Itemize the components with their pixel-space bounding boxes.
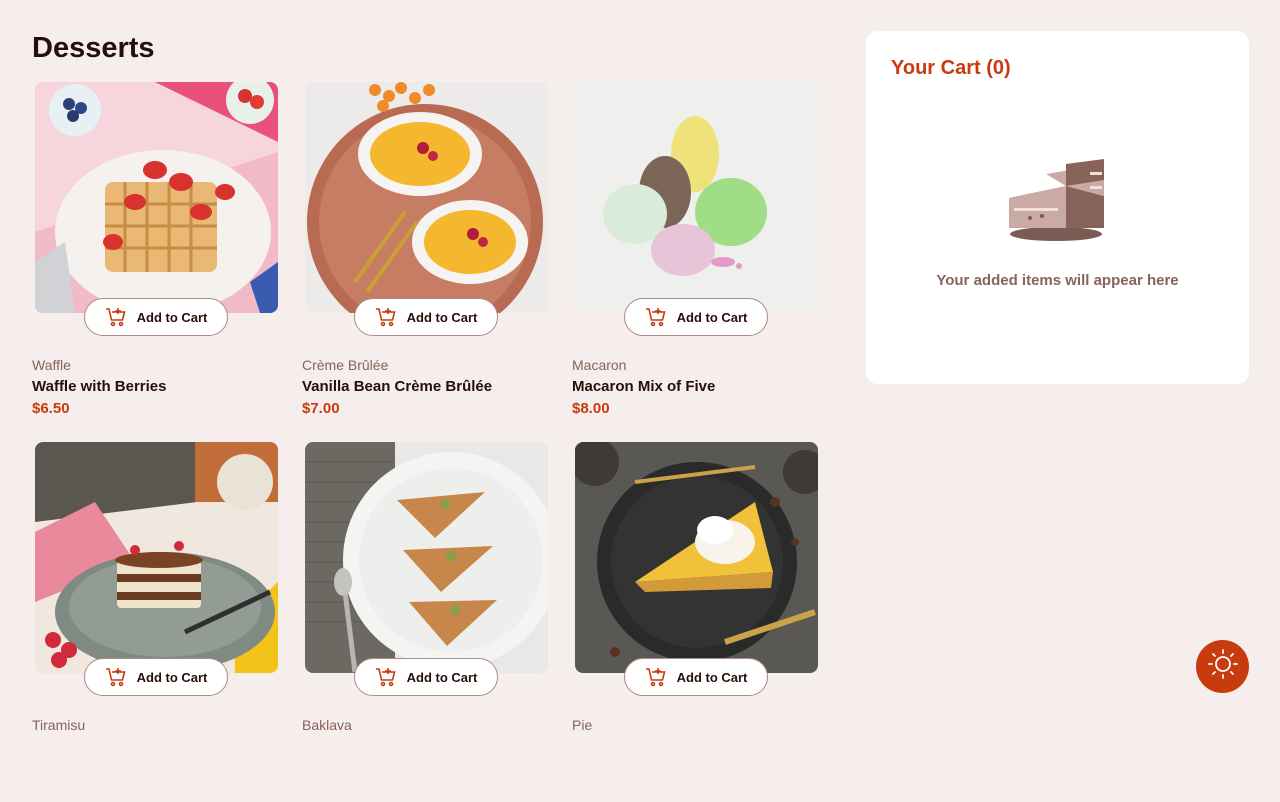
product-category: Baklava bbox=[302, 717, 352, 733]
product-category: Waffle bbox=[32, 357, 71, 373]
tiramisu-image bbox=[35, 442, 278, 673]
waffle-image bbox=[35, 82, 278, 313]
macaron-image bbox=[575, 82, 818, 313]
page-title: Desserts bbox=[32, 32, 155, 64]
product-card: Add to Cart Crème Brûlée Vanilla Bean Cr… bbox=[302, 82, 548, 442]
add-to-cart-icon bbox=[105, 307, 127, 327]
product-price: $7.00 bbox=[302, 400, 340, 417]
add-to-cart-button[interactable]: Add to Cart bbox=[354, 658, 498, 696]
baklava-image bbox=[305, 442, 548, 673]
pie-image bbox=[575, 442, 818, 673]
add-to-cart-button[interactable]: Add to Cart bbox=[84, 658, 228, 696]
product-card: Add to Cart Baklava bbox=[302, 442, 548, 802]
product-name: Macaron Mix of Five bbox=[572, 378, 716, 395]
add-to-cart-button[interactable]: Add to Cart bbox=[624, 658, 768, 696]
product-card: Add to Cart Waffle Waffle with Berries $… bbox=[32, 82, 278, 442]
product-card: Add to Cart Pie bbox=[572, 442, 818, 802]
cart-panel: Your Cart (0) Your added items will appe… bbox=[866, 31, 1249, 384]
add-to-cart-label: Add to Cart bbox=[406, 669, 478, 685]
add-to-cart-icon bbox=[645, 667, 667, 687]
product-name: Waffle with Berries bbox=[32, 378, 167, 395]
product-category: Pie bbox=[572, 717, 593, 733]
add-to-cart-icon bbox=[105, 667, 127, 687]
product-category: Crème Brûlée bbox=[302, 357, 389, 373]
add-to-cart-button[interactable]: Add to Cart bbox=[354, 298, 498, 336]
add-to-cart-label: Add to Cart bbox=[406, 309, 478, 325]
add-to-cart-icon bbox=[375, 667, 397, 687]
creme-brulee-image bbox=[305, 82, 548, 313]
product-price: $6.50 bbox=[32, 400, 70, 417]
theme-toggle-button[interactable] bbox=[1196, 640, 1249, 693]
product-price: $8.00 bbox=[572, 400, 610, 417]
add-to-cart-icon bbox=[375, 307, 397, 327]
add-to-cart-label: Add to Cart bbox=[136, 669, 208, 685]
product-category: Macaron bbox=[572, 357, 627, 373]
empty-cake-icon bbox=[1006, 156, 1108, 251]
product-category: Tiramisu bbox=[32, 717, 86, 733]
product-name: Vanilla Bean Crème Brûlée bbox=[302, 378, 493, 395]
product-card: Add to Cart Tiramisu bbox=[32, 442, 278, 802]
sun-icon bbox=[1207, 649, 1238, 684]
add-to-cart-label: Add to Cart bbox=[676, 309, 748, 325]
add-to-cart-button[interactable]: Add to Cart bbox=[84, 298, 228, 336]
cart-title: Your Cart (0) bbox=[891, 57, 1011, 79]
cart-empty-message: Your added items will appear here bbox=[936, 272, 1179, 289]
product-card: Add to Cart Macaron Macaron Mix of Five … bbox=[572, 82, 818, 442]
add-to-cart-label: Add to Cart bbox=[676, 669, 748, 685]
add-to-cart-icon bbox=[645, 307, 667, 327]
add-to-cart-button[interactable]: Add to Cart bbox=[624, 298, 768, 336]
add-to-cart-label: Add to Cart bbox=[136, 309, 208, 325]
